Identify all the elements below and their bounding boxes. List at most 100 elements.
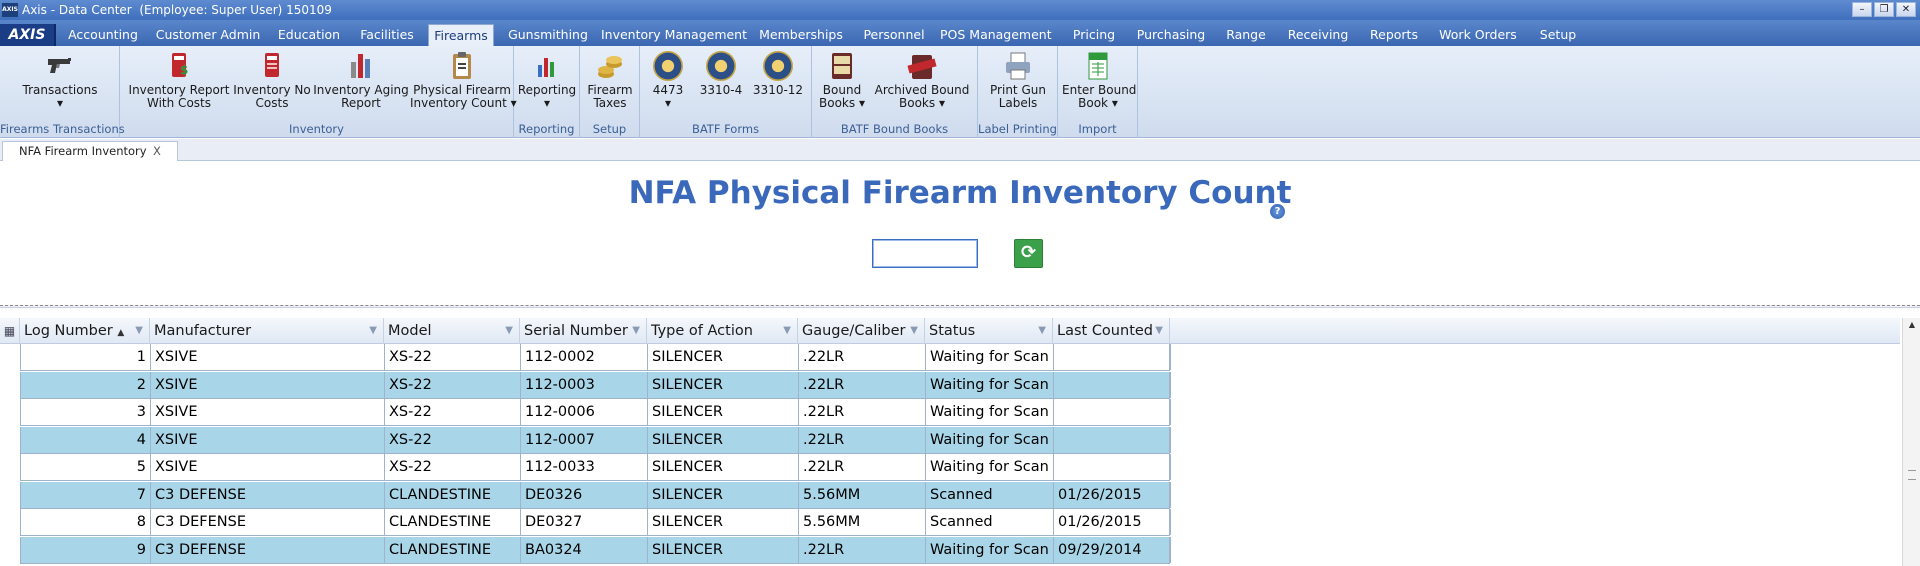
cell-model: XS-22 (385, 399, 521, 425)
tab-purchasing[interactable]: Purchasing (1132, 24, 1210, 46)
column-chooser-icon[interactable]: ▦ (0, 318, 20, 344)
table-row[interactable]: 7 C3 DEFENSE CLANDESTINE DE0326 SILENCER 5.56… (20, 481, 1171, 509)
funnel-icon[interactable]: ▼ (1038, 318, 1046, 344)
firearm-taxes-button[interactable]: Firearm Taxes (582, 50, 638, 110)
cell-type-of-action: SILENCER (648, 399, 799, 425)
form-4473-button[interactable]: 4473 ▾ (646, 50, 690, 110)
tab-education[interactable]: Education (270, 24, 348, 46)
column-header-status[interactable]: Status ▼ (925, 318, 1053, 344)
cell-type-of-action: SILENCER (648, 344, 799, 370)
cell-manufacturer: XSIVE (151, 426, 385, 453)
tab-accounting[interactable]: Accounting (60, 24, 146, 46)
cell-manufacturer: XSIVE (151, 371, 385, 398)
cell-model: XS-22 (385, 344, 521, 370)
column-header-model[interactable]: Model ▼ (384, 318, 520, 344)
cell-serial-number: DE0327 (521, 509, 648, 535)
tab-inventory-management[interactable]: Inventory Management (600, 24, 748, 46)
tab-memberships[interactable]: Memberships (754, 24, 848, 46)
table-row[interactable]: 8 C3 DEFENSE CLANDESTINE DE0327 SILENCER 5.56… (20, 509, 1171, 536)
cell-manufacturer: C3 DEFENSE (151, 536, 385, 563)
funnel-icon[interactable]: ▼ (135, 318, 143, 344)
scroll-up-icon[interactable]: ▲ (1906, 320, 1918, 332)
tab-facilities[interactable]: Facilities (354, 24, 420, 46)
close-tab-icon[interactable]: X (153, 142, 161, 160)
table-row[interactable]: 9 C3 DEFENSE CLANDESTINE BA0324 SILENCER .22L… (20, 536, 1171, 564)
doc-tab-label: NFA Firearm Inventory (19, 144, 147, 158)
cell-type-of-action: SILENCER (648, 426, 799, 453)
tab-work-orders[interactable]: Work Orders (1436, 24, 1520, 46)
tab-pos-management[interactable]: POS Management (940, 24, 1052, 46)
cell-serial-number: 112-0033 (521, 454, 648, 480)
scan-input[interactable] (872, 239, 978, 268)
refresh-icon[interactable]: ⟳ (1014, 239, 1043, 268)
inventory-no-costs-button[interactable]: Inventory No Costs (232, 50, 312, 110)
minimize-icon[interactable]: – (1852, 2, 1872, 17)
table-row[interactable]: 5 XSIVE XS-22 112-0033 SILENCER .22LR Waiting … (20, 454, 1171, 481)
form-3310-4-button[interactable]: 3310-4 (696, 50, 746, 97)
ribbon-group-import: Enter Bound Book ▾ Import (1058, 46, 1138, 138)
cell-gauge-caliber: 5.56MM (799, 481, 926, 508)
grid-splitter[interactable] (0, 305, 1920, 308)
transactions-button[interactable]: Transactions ▾ (22, 50, 98, 110)
reporting-button[interactable]: Reporting ▾ (517, 50, 577, 110)
cell-gauge-caliber: .22LR (799, 399, 926, 425)
cell-status: Scanned (926, 509, 1054, 535)
table-row[interactable]: 1 XSIVE XS-22 112-0002 SILENCER .22LR Waiting … (20, 344, 1171, 371)
tab-range[interactable]: Range (1222, 24, 1270, 46)
printer-icon (1006, 52, 1030, 80)
column-header-log-number[interactable]: Log Number ▲ ▼ (20, 318, 150, 344)
tab-personnel[interactable]: Personnel (856, 24, 932, 46)
cell-status: Waiting for Scan (926, 536, 1054, 563)
column-header-last-counted[interactable]: Last Counted ▼ (1053, 318, 1170, 344)
inventory-report-with-costs-button[interactable]: $ Inventory Report With Costs (126, 50, 232, 110)
archived-bound-books-button[interactable]: Archived Bound Books ▾ (870, 50, 974, 110)
vertical-scrollbar[interactable]: ▲ (1902, 318, 1920, 566)
column-header-gauge-caliber[interactable]: Gauge/Caliber ▼ (798, 318, 925, 344)
tab-receiving[interactable]: Receiving (1282, 24, 1354, 46)
enter-bound-book-button[interactable]: Enter Bound Book ▾ (1062, 50, 1136, 110)
tab-customer-admin[interactable]: Customer Admin (152, 24, 264, 46)
print-gun-labels-button[interactable]: Print Gun Labels (984, 50, 1052, 110)
pistol-icon (48, 58, 71, 73)
cell-status: Waiting for Scan (926, 426, 1054, 453)
table-row[interactable]: 2 XSIVE XS-22 112-0003 SILENCER .22LR Waiting … (20, 371, 1171, 399)
column-header-serial-number[interactable]: Serial Number ▼ (520, 318, 647, 344)
tab-gunsmithing[interactable]: Gunsmithing (502, 24, 594, 46)
excel-import-icon (1088, 52, 1108, 80)
funnel-icon[interactable]: ▼ (1155, 318, 1163, 344)
close-icon[interactable]: ✕ (1896, 2, 1916, 17)
svg-text:$: $ (180, 63, 188, 77)
cell-status: Waiting for Scan (926, 371, 1054, 398)
funnel-icon[interactable]: ▼ (505, 318, 513, 344)
help-icon[interactable]: ? (1270, 204, 1285, 219)
funnel-icon[interactable]: ▼ (369, 318, 377, 344)
restore-icon[interactable]: ❐ (1874, 2, 1894, 17)
funnel-icon[interactable]: ▼ (910, 318, 918, 344)
form-3310-12-button[interactable]: 3310-12 (750, 50, 806, 97)
column-header-type-of-action[interactable]: Type of Action ▼ (647, 318, 798, 344)
cell-serial-number: 112-0006 (521, 399, 648, 425)
bound-books-button[interactable]: Bound Books ▾ (816, 50, 868, 110)
physical-firearm-inventory-count-button[interactable]: Physical Firearm Inventory Count ▾ (410, 50, 517, 110)
tab-firearms[interactable]: Firearms (428, 24, 494, 46)
cell-status: Scanned (926, 481, 1054, 508)
scroll-grip-icon[interactable] (1908, 470, 1916, 480)
funnel-icon[interactable]: ▼ (632, 318, 640, 344)
tab-pricing[interactable]: Pricing (1066, 24, 1122, 46)
inventory-aging-report-button[interactable]: Inventory Aging Report (312, 50, 410, 110)
funnel-icon[interactable]: ▼ (783, 318, 791, 344)
column-header-manufacturer[interactable]: Manufacturer ▼ (150, 318, 384, 344)
cell-log-number: 9 (21, 536, 151, 563)
cell-model: CLANDESTINE (385, 481, 521, 508)
ribbon-group-label: Firearms Transactions (0, 122, 125, 136)
tab-reports[interactable]: Reports (1364, 24, 1424, 46)
cell-last-counted: 01/26/2015 (1054, 481, 1171, 508)
cell-serial-number: 112-0007 (521, 426, 648, 453)
ribbon-group-label: Setup (592, 122, 627, 136)
cell-log-number: 4 (21, 426, 151, 453)
tab-nfa-firearm-inventory[interactable]: NFA Firearm Inventory X (2, 141, 178, 161)
tab-setup[interactable]: Setup (1530, 24, 1586, 46)
cell-last-counted: 09/29/2014 (1054, 536, 1171, 563)
table-row[interactable]: 3 XSIVE XS-22 112-0006 SILENCER .22LR Waiting … (20, 399, 1171, 426)
table-row[interactable]: 4 XSIVE XS-22 112-0007 SILENCER .22LR Waiting … (20, 426, 1171, 454)
